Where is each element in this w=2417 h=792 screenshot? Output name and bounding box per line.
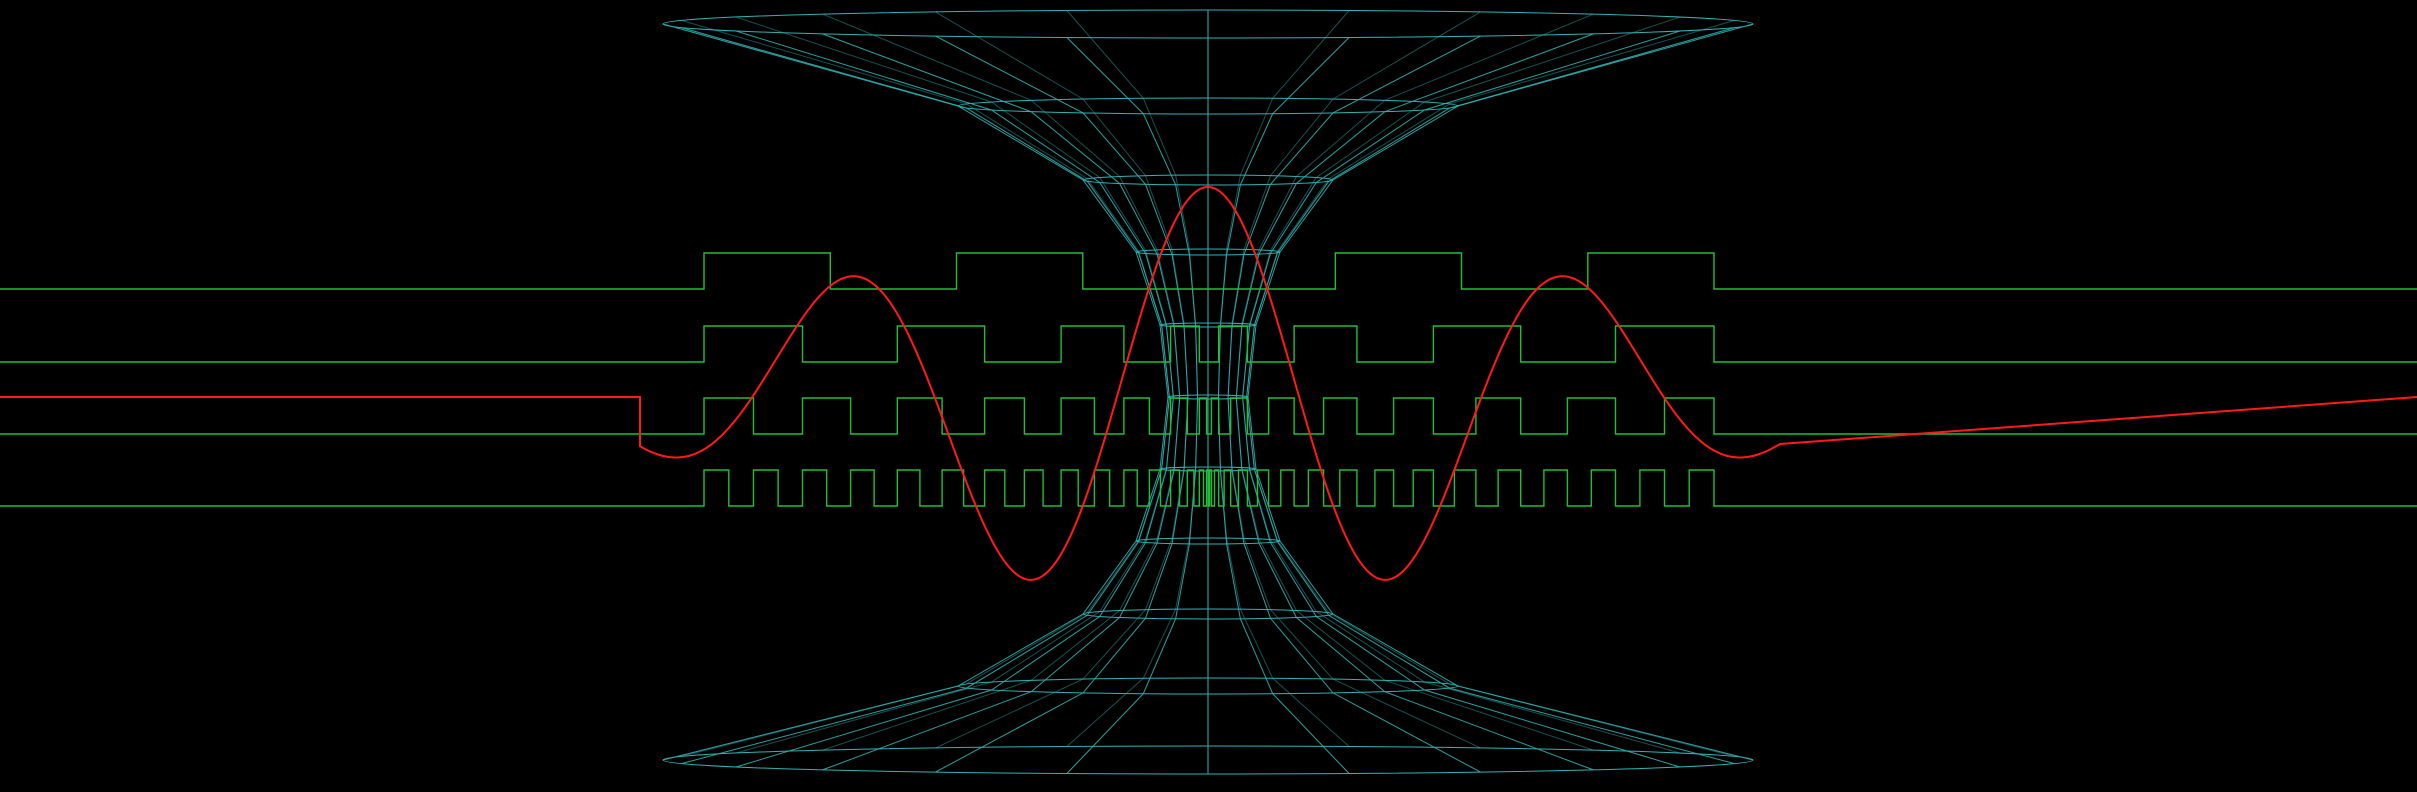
waveform-wireframe-illustration [0, 0, 2417, 792]
